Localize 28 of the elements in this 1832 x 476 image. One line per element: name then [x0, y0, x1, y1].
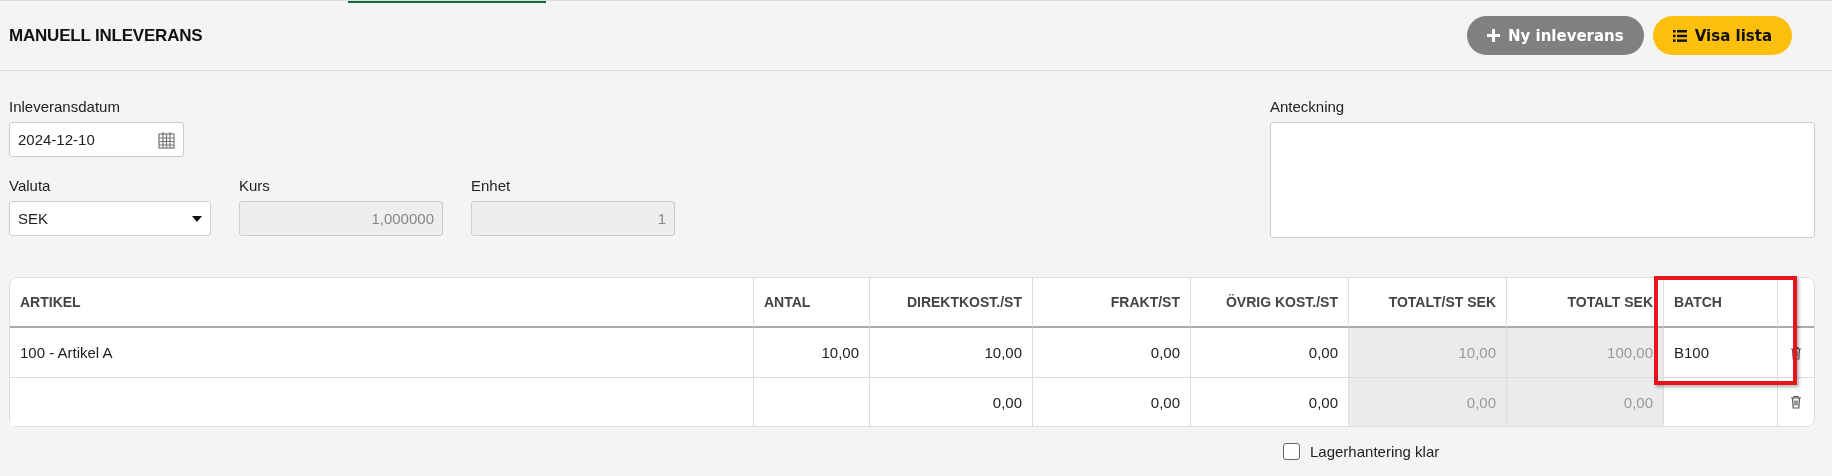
list-icon	[1672, 29, 1687, 42]
table-cell: 10,00	[870, 328, 1033, 378]
table-cell: 0,00	[1191, 328, 1349, 378]
calendar-icon	[158, 130, 175, 149]
page-title: MANUELL INLEVERANS	[9, 25, 203, 46]
caret-icon	[192, 215, 202, 222]
date-field[interactable]: 2024-12-10	[9, 122, 184, 157]
trash-icon[interactable]	[1790, 345, 1802, 360]
new-delivery-button[interactable]: Ny inleverans	[1466, 16, 1644, 55]
field-label: Enhet	[471, 177, 512, 194]
table-cell: 0,00	[1349, 378, 1507, 426]
note-field[interactable]	[1270, 122, 1815, 238]
field-label: Valuta	[9, 177, 52, 194]
table-cell: 0,00	[1507, 378, 1664, 426]
table-cell: 100 - Artikel A	[10, 328, 754, 378]
trash-icon[interactable]	[1790, 395, 1802, 409]
field-label: Anteckning	[1270, 98, 1346, 115]
done-checkbox[interactable]: Lagerhantering klar	[1283, 443, 1440, 460]
table-cell: B100	[1664, 328, 1778, 378]
plus-icon	[1486, 29, 1500, 42]
currency-select[interactable]: SEK	[9, 201, 211, 236]
table-cell: 0,00	[1033, 328, 1191, 378]
show-list-button[interactable]: Visa lista	[1652, 16, 1792, 55]
table-cell: 10,00	[1349, 328, 1507, 378]
field-label: Kurs	[239, 177, 271, 194]
table-cell: 10,00	[754, 328, 870, 378]
field-label: Inleveransdatum	[9, 98, 121, 115]
table-cell: 100,00	[1507, 328, 1664, 378]
